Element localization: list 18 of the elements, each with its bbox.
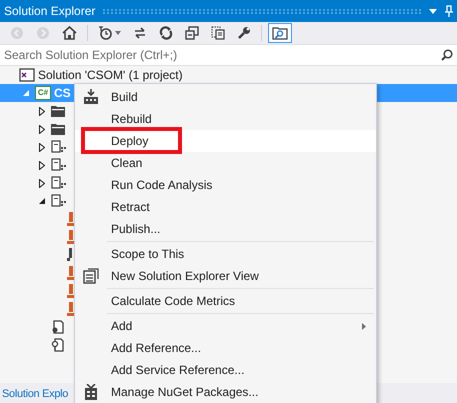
- menu-item-label: Add Reference...: [111, 340, 202, 357]
- tree-item-label: Solution 'CSOM' (1 project): [38, 67, 183, 84]
- menu-item-label: Add Service Reference...: [111, 362, 246, 379]
- window-title: Solution Explorer: [4, 3, 96, 20]
- tree-item-label: CS: [54, 85, 71, 102]
- menu-item-label: Scope to This: [111, 246, 186, 263]
- menu-item-label: Calculate Code Metrics: [111, 293, 236, 310]
- menu-item-label: Retract: [111, 199, 151, 216]
- menu-item-label: Rebuild: [111, 111, 153, 128]
- menu-item-label: Add: [111, 318, 134, 335]
- menu-item-label: Publish...: [111, 221, 162, 238]
- project-icon: C#: [35, 86, 51, 100]
- menu-item-label: Clean: [111, 155, 144, 172]
- menu-item-label: Deploy: [111, 133, 150, 150]
- menu-item-label: Build: [111, 89, 139, 106]
- menu-item-label: New Solution Explorer View: [111, 268, 260, 285]
- menu-item-label: Run Code Analysis: [111, 177, 214, 194]
- menu-item-label: Manage NuGet Packages...: [111, 384, 260, 401]
